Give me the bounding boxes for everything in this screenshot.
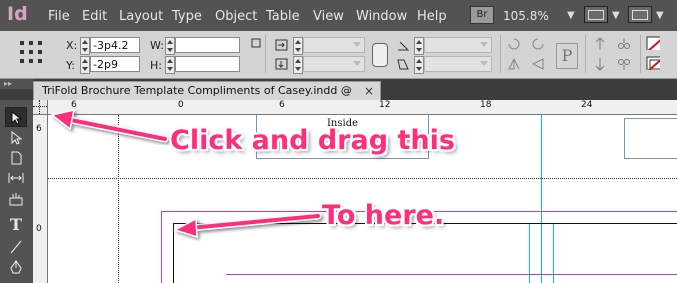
rotate-ccw-icon[interactable] bbox=[531, 37, 545, 51]
x-position-field[interactable]: -3p4.2 bbox=[90, 37, 140, 53]
divider bbox=[500, 35, 501, 73]
shear-field[interactable] bbox=[424, 56, 492, 72]
menu-help[interactable]: Help bbox=[417, 9, 447, 24]
callout-click-and-drag: Click and drag this bbox=[170, 125, 455, 156]
flip-horizontal-icon[interactable] bbox=[507, 57, 521, 71]
menu-window[interactable]: Window bbox=[356, 9, 407, 24]
menu-view[interactable]: View bbox=[313, 9, 344, 24]
screen-mode-button[interactable] bbox=[628, 6, 652, 23]
w-label: W: bbox=[150, 39, 164, 52]
scale-x-stepper[interactable] bbox=[293, 37, 303, 55]
rotate-cw-icon[interactable] bbox=[507, 37, 521, 51]
y-stepper[interactable] bbox=[80, 56, 90, 74]
text-frame[interactable] bbox=[624, 118, 677, 159]
flip-vertical-icon[interactable] bbox=[531, 57, 545, 71]
pen-tool-icon[interactable] bbox=[5, 258, 27, 278]
menu-table[interactable]: Table bbox=[266, 9, 300, 24]
y-label: Y: bbox=[66, 59, 75, 72]
page-tool-icon[interactable] bbox=[5, 148, 27, 168]
shear-angle-icon bbox=[397, 59, 409, 70]
screen-mode-dropdown-icon[interactable]: ▼ bbox=[656, 10, 664, 21]
stroke-swatch-icon[interactable] bbox=[646, 56, 660, 70]
selection-tool-icon[interactable] bbox=[5, 107, 27, 127]
menu-object[interactable]: Object bbox=[215, 9, 257, 24]
menu-bar: Id File Edit Layout Type Object Table Vi… bbox=[0, 0, 677, 31]
scale-y-field[interactable] bbox=[303, 56, 365, 72]
constrain-proportions-icon[interactable] bbox=[251, 38, 265, 52]
shear-stepper[interactable] bbox=[414, 56, 424, 74]
divider bbox=[265, 35, 266, 73]
bridge-button[interactable]: Br bbox=[470, 6, 494, 24]
ruler-origin-crosshair[interactable] bbox=[33, 100, 48, 115]
bleed-guide bbox=[161, 211, 162, 283]
scale-y-stepper[interactable] bbox=[293, 56, 303, 74]
margin-guide bbox=[226, 274, 677, 275]
view-options-button[interactable] bbox=[584, 6, 608, 23]
indesign-logo: Id bbox=[7, 3, 28, 25]
tools-panel: T bbox=[0, 100, 34, 283]
divider bbox=[585, 35, 586, 73]
menu-layout[interactable]: Layout bbox=[119, 9, 163, 24]
line-tool-icon[interactable] bbox=[5, 237, 27, 257]
direct-selection-tool-icon[interactable] bbox=[5, 128, 27, 148]
reference-point-icon[interactable] bbox=[20, 41, 42, 63]
ruler-label: 24 bbox=[581, 100, 593, 110]
x-label: X: bbox=[66, 39, 78, 52]
control-panel: X: -3p4.2 Y: -2p9 W: H: P bbox=[0, 31, 677, 79]
scale-x-field[interactable] bbox=[303, 37, 365, 53]
ruler-label: 0 bbox=[36, 224, 42, 234]
type-tool-icon[interactable]: T bbox=[5, 215, 27, 235]
page-edge bbox=[173, 223, 174, 283]
ruler-guide bbox=[48, 178, 677, 179]
w-stepper[interactable] bbox=[165, 37, 175, 55]
ruler-label: 6 bbox=[279, 100, 285, 110]
h-stepper[interactable] bbox=[165, 56, 175, 74]
ruler-label: 6 bbox=[71, 100, 77, 110]
tools-panel-collapse-handle[interactable]: ▸▸ bbox=[0, 79, 33, 89]
zoom-dropdown-icon[interactable]: ▼ bbox=[567, 10, 575, 21]
view-options-dropdown-icon[interactable]: ▼ bbox=[612, 10, 620, 21]
ruler-label: 0 bbox=[178, 100, 184, 110]
ruler-label: 6 bbox=[36, 124, 42, 134]
menu-type[interactable]: Type bbox=[172, 9, 202, 24]
scale-x-icon bbox=[275, 39, 288, 51]
rotation-field[interactable] bbox=[424, 37, 492, 53]
callout-to-here: To here. bbox=[322, 200, 445, 231]
select-next-object-icon[interactable] bbox=[617, 57, 631, 71]
column-guide bbox=[541, 115, 542, 283]
horizontal-ruler[interactable]: 6 0 6 12 18 24 bbox=[33, 100, 677, 115]
ruler-label: 12 bbox=[379, 100, 391, 110]
divider bbox=[640, 35, 641, 73]
vertical-ruler[interactable]: 6 0 bbox=[33, 114, 48, 283]
x-stepper[interactable] bbox=[80, 37, 90, 55]
zoom-level[interactable]: 105.8% bbox=[503, 9, 549, 23]
y-position-field[interactable]: -2p9 bbox=[90, 56, 140, 72]
width-field[interactable] bbox=[175, 37, 240, 53]
height-field[interactable] bbox=[175, 56, 240, 72]
menu-file[interactable]: File bbox=[48, 9, 70, 24]
flip-indicator-icon: P bbox=[556, 43, 578, 69]
menu-edit[interactable]: Edit bbox=[82, 9, 107, 24]
content-collector-tool-icon[interactable] bbox=[5, 189, 27, 209]
gap-tool-icon[interactable] bbox=[5, 168, 27, 188]
ruler-label: 18 bbox=[480, 100, 492, 110]
select-container-icon[interactable] bbox=[593, 37, 607, 51]
select-content-icon[interactable] bbox=[593, 57, 607, 71]
document-tab[interactable]: TriFold Brochure Template Compliments of… bbox=[33, 81, 381, 115]
ruler-guide bbox=[118, 115, 119, 283]
rotation-stepper[interactable] bbox=[414, 37, 424, 55]
fill-swatch-icon[interactable] bbox=[646, 36, 660, 50]
close-tab-button[interactable]: × bbox=[364, 82, 374, 100]
constrain-scale-link-icon[interactable] bbox=[372, 43, 388, 67]
h-label: H: bbox=[150, 59, 162, 72]
select-previous-object-icon[interactable] bbox=[617, 37, 631, 51]
scale-y-icon bbox=[275, 58, 288, 70]
rotation-angle-icon bbox=[398, 41, 410, 51]
